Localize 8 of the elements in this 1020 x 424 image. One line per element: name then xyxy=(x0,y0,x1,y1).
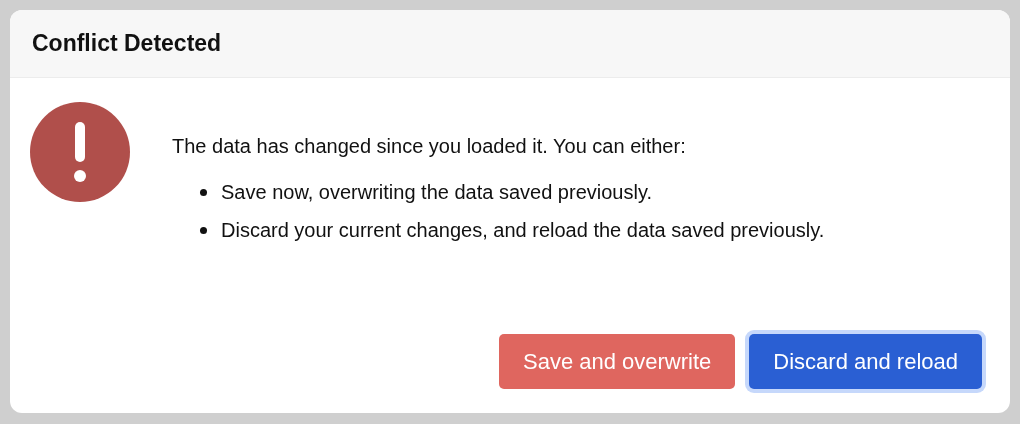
dialog-message: The data has changed since you loaded it. You can either: xyxy=(172,134,687,159)
bullet-icon xyxy=(200,189,207,196)
option-text: Discard your current changes, and reload the data saved previously. xyxy=(221,218,825,243)
exclamation-icon xyxy=(30,102,130,202)
overwrite-button[interactable]: Save and overwrite xyxy=(499,334,736,389)
option-text: Save now, overwriting the data saved previously. xyxy=(221,180,652,205)
dialog-title: Conflict Detected xyxy=(32,30,222,57)
bullet-icon xyxy=(200,227,207,234)
